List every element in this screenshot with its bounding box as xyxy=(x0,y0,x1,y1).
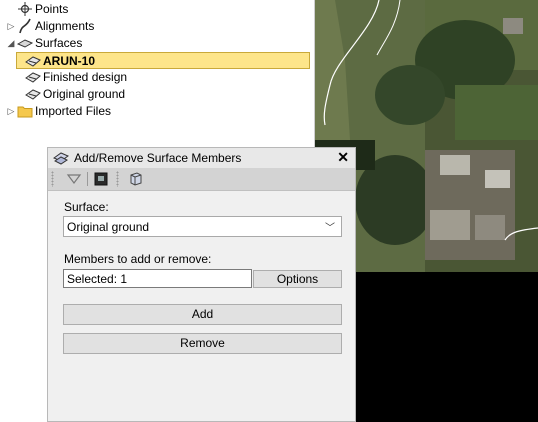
members-label: Members to add or remove: xyxy=(64,252,212,266)
tree-item-label: Points xyxy=(35,2,69,16)
filter-icon[interactable] xyxy=(66,171,82,187)
toolbar-grip[interactable] xyxy=(116,171,119,187)
options-button[interactable]: Options xyxy=(253,270,342,288)
surface-icon xyxy=(25,69,41,85)
tree-item-surfaces[interactable]: ◢ Surfaces xyxy=(0,35,200,52)
tree-item-alignments[interactable]: ▷ Alignments xyxy=(0,18,200,35)
tree-item-arun-10[interactable]: ARUN-10 xyxy=(16,52,310,69)
dialog-title: Add/Remove Surface Members xyxy=(74,151,242,165)
remove-button[interactable]: Remove xyxy=(63,333,342,354)
3d-box-icon[interactable] xyxy=(128,171,144,187)
surfaces-icon xyxy=(16,35,34,51)
tree-item-points[interactable]: Points xyxy=(0,1,200,18)
points-icon xyxy=(17,1,33,17)
tree-item-imported-files[interactable]: ▷ Imported Files xyxy=(0,103,200,120)
alignment-icon xyxy=(17,18,33,34)
tree-item-finished-design[interactable]: Finished design xyxy=(0,69,200,86)
collapse-arrow-icon[interactable]: ◢ xyxy=(6,35,16,52)
surface-members-icon xyxy=(52,150,70,166)
tree-item-label: ARUN-10 xyxy=(43,54,96,68)
tree-item-original-ground[interactable]: Original ground xyxy=(0,86,200,103)
surface-label: Surface: xyxy=(64,200,109,214)
tree-item-label: Alignments xyxy=(35,19,95,33)
add-button[interactable]: Add xyxy=(63,304,342,325)
close-button[interactable]: ✕ xyxy=(337,149,349,166)
tree-item-label: Original ground xyxy=(43,87,126,101)
tree-item-label: Imported Files xyxy=(35,104,112,118)
dialog-toolbar xyxy=(48,168,355,191)
expand-arrow-icon[interactable]: ▷ xyxy=(6,103,16,120)
surface-dropdown[interactable]: Original ground ﹀ xyxy=(63,216,342,237)
chevron-down-icon: ﹀ xyxy=(325,223,335,234)
toolbar-grip[interactable] xyxy=(51,171,54,187)
surface-dropdown-value: Original ground xyxy=(67,220,150,234)
members-field-value: Selected: 1 xyxy=(67,272,128,286)
select-in-view-icon[interactable] xyxy=(93,171,109,187)
tree-item-label: Surfaces xyxy=(35,36,83,50)
tree-item-label: Finished design xyxy=(43,70,128,84)
surface-icon xyxy=(25,86,41,102)
surface-icon xyxy=(25,53,41,69)
toolbar-separator xyxy=(87,172,88,186)
dialog-titlebar[interactable]: Add/Remove Surface Members ✕ xyxy=(48,148,355,168)
expand-arrow-icon[interactable]: ▷ xyxy=(6,18,16,35)
members-field[interactable]: Selected: 1 xyxy=(63,269,252,288)
add-remove-surface-members-dialog: Add/Remove Surface Members ✕ Surface: Or… xyxy=(47,147,356,422)
folder-icon xyxy=(17,103,33,119)
